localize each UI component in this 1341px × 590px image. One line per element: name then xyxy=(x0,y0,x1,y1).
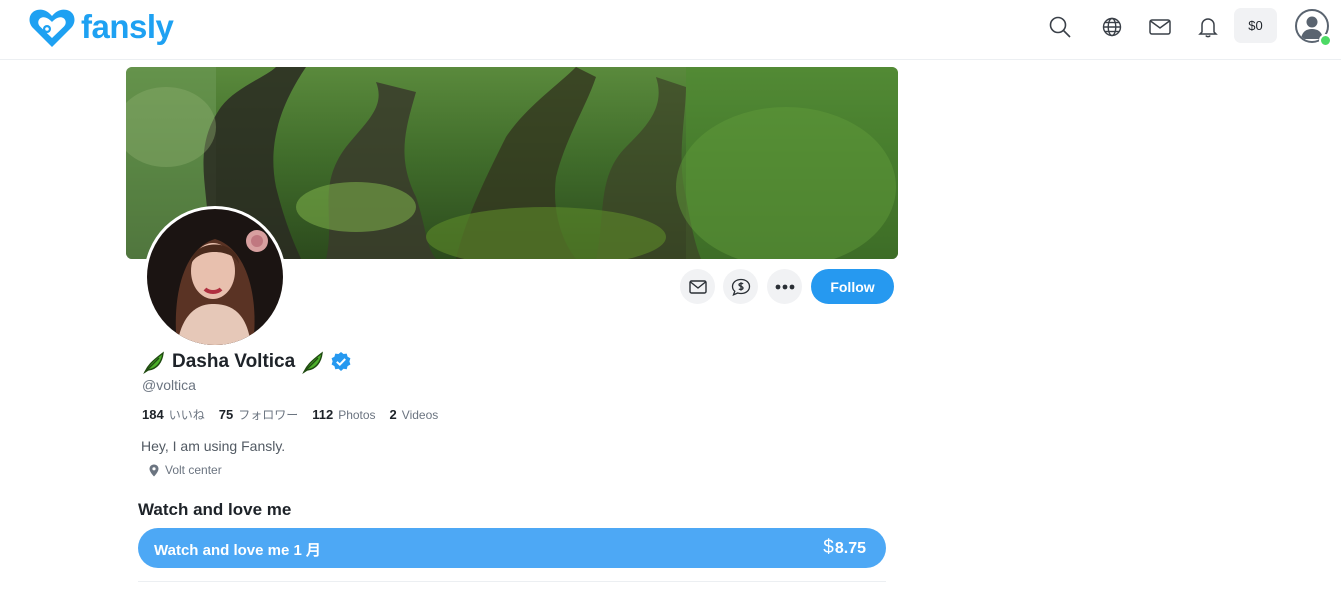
mail-icon xyxy=(688,279,707,294)
likes-count: 184 xyxy=(142,407,164,422)
location-text: Volt center xyxy=(165,463,222,477)
follow-button[interactable]: Follow xyxy=(811,269,894,304)
followers-count: 75 xyxy=(218,407,234,422)
display-name: Dasha Voltica xyxy=(172,351,296,372)
profile-stats: 184 いいね 75 フォロワー 112 Photos 2 Videos xyxy=(142,406,452,423)
logo-text: fansly xyxy=(81,7,174,45)
subscribe-button-label: Watch and love me 1 月 xyxy=(154,542,321,559)
subscription-price: $ 8.75 xyxy=(823,537,866,559)
location-pin-icon xyxy=(149,464,159,476)
profile-bio: Hey, I am using Fansly. xyxy=(141,438,286,454)
mail-icon[interactable] xyxy=(1144,12,1176,42)
wallet-balance: $0 xyxy=(1248,18,1263,33)
more-dots-icon xyxy=(775,284,794,289)
profile-location: Volt center xyxy=(149,463,222,477)
bell-icon[interactable] xyxy=(1192,12,1224,42)
more-options-button[interactable] xyxy=(767,269,802,304)
heart-logo-icon xyxy=(29,9,75,47)
followers-label: フォロワー xyxy=(238,408,299,422)
profile-name-row: Dasha Voltica xyxy=(142,349,352,375)
wallet-balance-button[interactable]: $0 xyxy=(1234,8,1277,43)
profile-avatar[interactable] xyxy=(144,206,286,348)
likes-label: いいね xyxy=(168,408,205,422)
photos-label: Photos xyxy=(338,408,376,422)
verified-badge-icon xyxy=(331,352,351,371)
top-navigation-bar: fansly $0 xyxy=(0,0,1341,60)
profile-handle: @voltica xyxy=(142,377,196,393)
dollar-chat-icon xyxy=(731,278,750,296)
section-divider xyxy=(138,581,886,582)
search-icon[interactable] xyxy=(1044,12,1076,42)
online-status-dot xyxy=(1319,34,1332,47)
price-value: 8.75 xyxy=(834,540,866,557)
photos-count: 112 xyxy=(312,407,334,422)
price-currency: $ xyxy=(823,537,834,558)
globe-icon[interactable] xyxy=(1096,12,1128,42)
videos-label: Videos xyxy=(401,408,439,422)
videos-count: 2 xyxy=(389,407,397,422)
leaf-emoji-icon xyxy=(302,351,324,374)
message-button[interactable] xyxy=(680,269,715,304)
tip-button[interactable] xyxy=(723,269,758,304)
leaf-emoji-icon xyxy=(143,351,164,374)
fansly-logo[interactable]: fansly xyxy=(28,6,174,50)
subscription-tier-title: Watch and love me xyxy=(138,500,292,519)
subscribe-button[interactable]: Watch and love me 1 月 $ 8.75 xyxy=(138,528,886,568)
